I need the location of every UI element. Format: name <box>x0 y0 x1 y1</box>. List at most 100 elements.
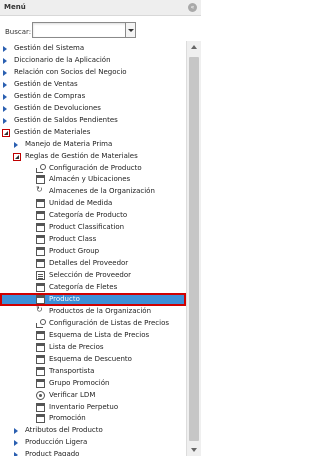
tree-item-relacion-con-socios-del-negocio[interactable]: Relación con Socios del Negocio <box>0 67 186 79</box>
tree-item-produccion-ligera[interactable]: Producción Ligera <box>0 437 186 449</box>
tree-scrollbar[interactable] <box>186 41 201 456</box>
tree-item-gestion-de-saldos-pendientes[interactable]: Gestión de Saldos Pendientes <box>0 115 186 127</box>
window-icon <box>36 378 45 388</box>
expand-arrow-icon[interactable] <box>13 141 19 149</box>
tree-item-verificar-ldm[interactable]: Verificar LDM <box>0 390 186 402</box>
tree-item-product-class[interactable]: Product Class <box>0 234 186 246</box>
tree-item-transportista[interactable]: Transportista <box>0 366 186 378</box>
tree-item-label: Producción Ligera <box>25 438 88 447</box>
search-input[interactable] <box>33 23 125 37</box>
tree-item-diccionario-de-la-aplicacion[interactable]: Diccionario de la Aplicación <box>0 55 186 67</box>
tree-item-esquema-de-lista-de-precios[interactable]: Esquema de Lista de Precios <box>0 330 186 342</box>
expand-arrow-icon[interactable] <box>2 105 8 113</box>
process-icon <box>36 305 45 316</box>
window-icon <box>36 283 45 292</box>
tree-item-label: Almacenes de la Organización <box>49 187 155 196</box>
tree-item-label: Grupo Promoción <box>49 378 110 387</box>
search-combobox[interactable] <box>32 22 136 38</box>
tree-item-almacenes-de-la-organizacion[interactable]: Almacenes de la Organización <box>0 185 186 198</box>
window-icon <box>36 354 45 364</box>
tree-item-atributos-del-producto[interactable]: Atributos del Producto <box>0 425 186 437</box>
scroll-up-icon[interactable] <box>191 45 197 49</box>
search-row: Buscar: <box>0 21 201 41</box>
tree-item-label: Selección de Proveedor <box>49 271 132 280</box>
chevron-down-icon[interactable] <box>125 23 135 37</box>
expand-arrow-icon[interactable] <box>2 69 8 77</box>
tree-item-label: Gestión de Materiales <box>14 127 91 136</box>
expand-arrow-icon[interactable] <box>13 427 19 435</box>
tree-item-label: Promoción <box>49 414 86 423</box>
window-icon <box>36 211 45 221</box>
process-icon <box>36 185 45 196</box>
tree-item-productos-de-la-organizacion[interactable]: Productos de la Organización <box>0 305 186 318</box>
tree-item-label: Esquema de Descuento <box>49 354 132 363</box>
report-icon <box>36 271 45 281</box>
tree-item-label: Gestión de Ventas <box>14 79 78 88</box>
tree-item-label: Product Class <box>49 235 97 244</box>
window-icon <box>36 294 45 304</box>
tree-item-reglas-de-gestion-de-materiales[interactable]: Reglas de Gestión de Materiales <box>0 151 186 163</box>
collapse-arrow-icon[interactable] <box>13 152 21 161</box>
tree-item-label: Lista de Precios <box>49 342 104 351</box>
expand-arrow-icon[interactable] <box>13 451 19 456</box>
expand-arrow-icon[interactable] <box>2 117 8 125</box>
tree-item-label: Almacén y Ubicaciones <box>49 175 131 184</box>
tree-item-label: Configuración de Producto <box>49 163 142 172</box>
tree-item-seleccion-de-proveedor[interactable]: Selección de Proveedor <box>0 270 186 282</box>
tree-item-configuracion-de-listas-de-precios[interactable]: Configuración de Listas de Precios <box>0 318 186 330</box>
tree-item-product-group[interactable]: Product Group <box>0 246 186 258</box>
tree-item-label: Product Classification <box>49 223 125 232</box>
tree-item-esquema-de-descuento[interactable]: Esquema de Descuento <box>0 354 186 366</box>
tree-item-label: Product Group <box>49 247 100 256</box>
tree-item-label: Gestión de Devoluciones <box>14 103 101 112</box>
window-icon <box>36 223 45 233</box>
tree-item-product-pagado[interactable]: Product Pagado <box>0 449 186 456</box>
tree-item-categoria-de-producto[interactable]: Categoría de Producto <box>0 210 186 222</box>
tree-item-promocion[interactable]: Promoción <box>0 413 186 425</box>
window-icon <box>36 235 45 245</box>
expand-arrow-icon[interactable] <box>2 57 8 65</box>
tree-item-label: Configuración de Listas de Precios <box>49 318 170 327</box>
tree-item-label: Transportista <box>49 366 95 375</box>
tree-item-label: Detalles del Proveedor <box>49 259 129 268</box>
window-icon <box>36 247 45 257</box>
workflow-icon <box>36 390 45 400</box>
tree-item-label: Producto <box>49 294 80 303</box>
tree-item-label: Esquema de Lista de Precios <box>49 330 150 339</box>
expand-arrow-icon[interactable] <box>2 45 8 53</box>
tree-item-gestion-de-ventas[interactable]: Gestión de Ventas <box>0 79 186 91</box>
tree-item-gestion-de-compras[interactable]: Gestión de Compras <box>0 91 186 103</box>
tree-item-detalles-del-proveedor[interactable]: Detalles del Proveedor <box>0 258 186 270</box>
expand-arrow-icon[interactable] <box>13 439 19 447</box>
tree-item-unidad-de-medida[interactable]: Unidad de Medida <box>0 198 186 210</box>
tree-item-producto[interactable]: Producto <box>0 292 186 306</box>
tree-item-label: Gestión de Compras <box>14 91 86 100</box>
collapse-panel-icon[interactable]: « <box>188 3 197 12</box>
tree-item-label: Atributos del Producto <box>25 426 103 435</box>
tree-item-label: Reglas de Gestión de Materiales <box>25 151 138 160</box>
tree-item-product-classification[interactable]: Product Classification <box>0 222 186 234</box>
expand-arrow-icon[interactable] <box>2 81 8 89</box>
search-label: Buscar: <box>5 28 32 36</box>
tree-item-label: Inventario Perpetuo <box>49 402 119 411</box>
collapse-arrow-icon[interactable] <box>2 128 10 137</box>
expand-arrow-icon[interactable] <box>2 93 8 101</box>
scroll-down-icon[interactable] <box>191 448 197 452</box>
tree-item-inventario-perpetuo[interactable]: Inventario Perpetuo <box>0 402 186 414</box>
tree-item-grupo-promocion[interactable]: Grupo Promoción <box>0 378 186 390</box>
tree-item-label: Relación con Socios del Negocio <box>14 67 127 76</box>
tree-item-lista-de-precios[interactable]: Lista de Precios <box>0 342 186 354</box>
tree-item-configuracion-de-producto[interactable]: Configuración de Producto <box>0 163 186 175</box>
tree-item-manejo-de-materia-prima[interactable]: Manejo de Materia Prima <box>0 139 186 151</box>
process-icon <box>36 163 46 173</box>
tree-item-gestion-del-sistema[interactable]: Gestión del Sistema <box>0 43 186 55</box>
process-icon <box>36 318 46 328</box>
selection-highlight <box>0 292 186 306</box>
tree-item-gestion-de-devoluciones[interactable]: Gestión de Devoluciones <box>0 103 186 115</box>
scroll-thumb[interactable] <box>189 57 199 441</box>
tree-item-label: Diccionario de la Aplicación <box>14 55 111 64</box>
tree-item-almacen-y-ubicaciones[interactable]: Almacén y Ubicaciones <box>0 174 186 186</box>
window-icon <box>36 366 45 376</box>
tree-item-gestion-de-materiales[interactable]: Gestión de Materiales <box>0 127 186 139</box>
window-icon <box>36 199 45 209</box>
